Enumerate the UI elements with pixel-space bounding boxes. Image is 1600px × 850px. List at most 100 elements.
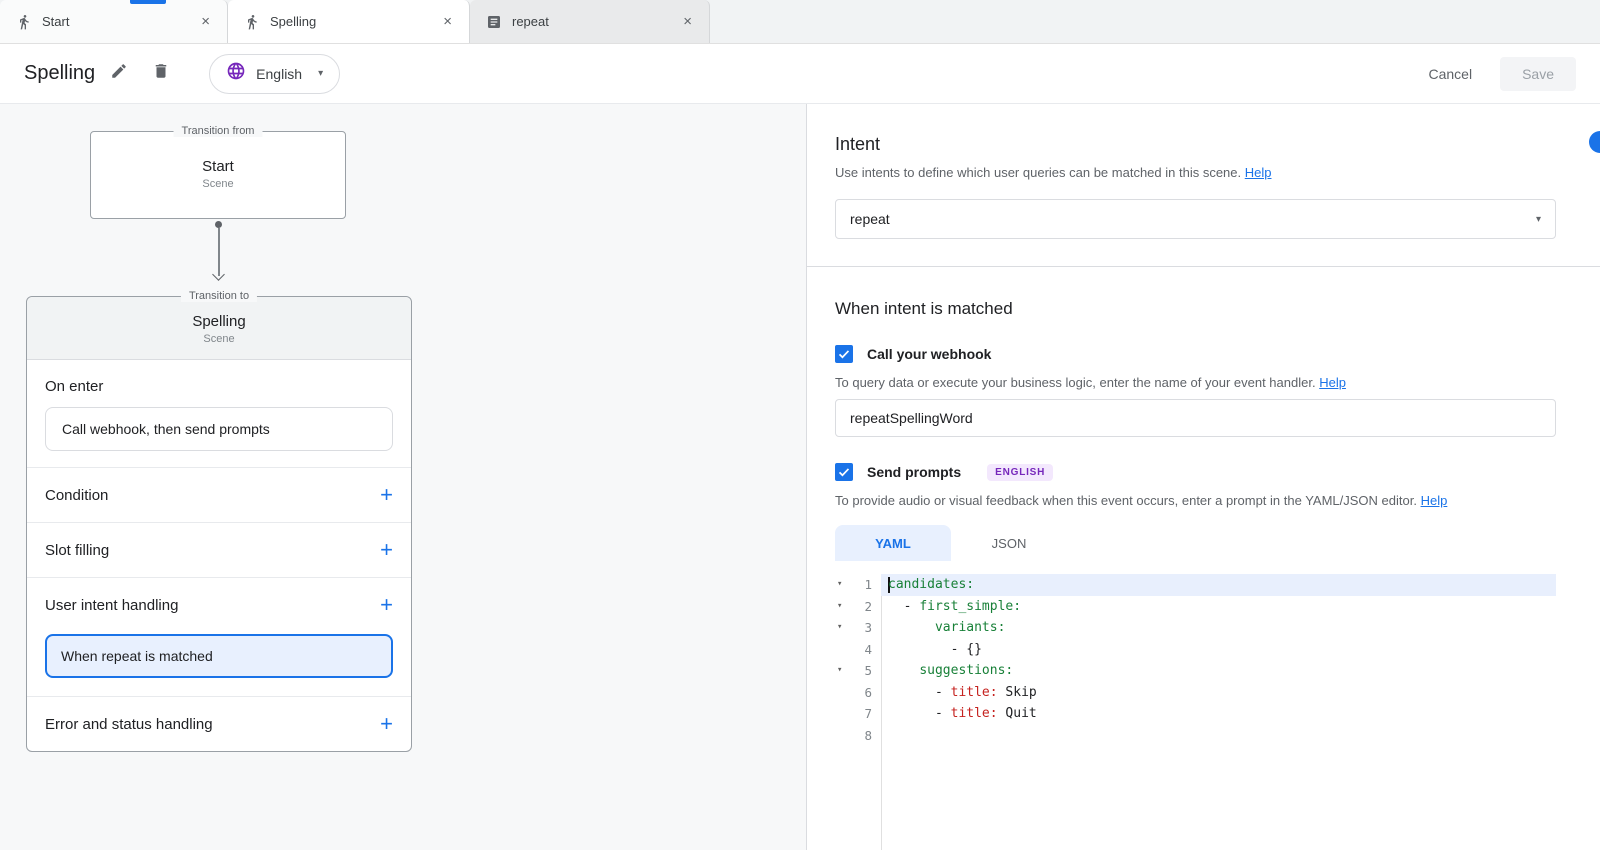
- close-icon[interactable]: ×: [438, 11, 457, 32]
- code-line[interactable]: 6 - title: Skip: [835, 682, 1556, 704]
- code-text[interactable]: variants:: [881, 617, 1556, 639]
- code-text[interactable]: - title: Skip: [881, 682, 1556, 704]
- error-status-handling-row[interactable]: Error and status handling +: [27, 696, 411, 751]
- condition-row[interactable]: Condition +: [27, 467, 411, 522]
- transition-to-card[interactable]: Transition to Spelling Scene On enter Ca…: [26, 296, 412, 752]
- on-enter-handler[interactable]: Call webhook, then send prompts: [45, 407, 393, 451]
- add-icon[interactable]: +: [380, 539, 393, 561]
- fold-toggle-icon[interactable]: ▾: [837, 574, 842, 596]
- scene-canvas[interactable]: Transition from Start Scene Transition t…: [0, 104, 806, 850]
- trash-icon: [152, 62, 170, 85]
- add-icon[interactable]: +: [380, 713, 393, 735]
- scene-header: Spelling English ▾ Cancel Save: [0, 44, 1600, 104]
- intent-select[interactable]: repeat ▾: [835, 199, 1556, 239]
- code-line[interactable]: 8: [835, 725, 1556, 747]
- tab-label: Start: [42, 14, 69, 29]
- tab-label: Spelling: [270, 14, 316, 29]
- code-text[interactable]: candidates:: [881, 574, 1556, 596]
- connector-arrowhead-icon: [212, 268, 225, 281]
- edit-button[interactable]: [101, 56, 137, 92]
- cancel-button[interactable]: Cancel: [1412, 58, 1488, 90]
- add-icon[interactable]: +: [380, 594, 393, 616]
- code-line[interactable]: 4 - {}: [835, 639, 1556, 661]
- close-icon[interactable]: ×: [196, 11, 215, 32]
- tab-yaml[interactable]: YAML: [835, 525, 951, 561]
- code-gutter: ▾2: [835, 596, 881, 618]
- language-selector[interactable]: English ▾: [209, 54, 340, 94]
- code-text[interactable]: - {}: [881, 639, 1556, 661]
- code-line[interactable]: ▾3 variants:: [835, 617, 1556, 639]
- panel-edge-dot[interactable]: [1589, 131, 1600, 153]
- page-title: Spelling: [24, 62, 95, 85]
- webhook-handler-input[interactable]: [835, 399, 1556, 437]
- line-number: 4: [864, 639, 881, 661]
- fold-toggle-icon[interactable]: ▾: [837, 617, 842, 639]
- add-icon[interactable]: +: [380, 484, 393, 506]
- line-number: 2: [864, 596, 881, 618]
- code-text[interactable]: - title: Quit: [881, 703, 1556, 725]
- line-number: 3: [864, 617, 881, 639]
- code-line[interactable]: ▾1candidates:: [835, 574, 1556, 596]
- code-gutter: 8: [835, 725, 881, 747]
- code-line[interactable]: 7 - title: Quit: [835, 703, 1556, 725]
- intent-title: Intent: [835, 134, 1556, 155]
- help-link[interactable]: Help: [1319, 375, 1346, 390]
- connector-dot: [215, 221, 222, 228]
- close-icon[interactable]: ×: [678, 11, 697, 32]
- user-intent-handling-row[interactable]: User intent handling +: [27, 577, 411, 632]
- help-link[interactable]: Help: [1421, 493, 1448, 508]
- globe-icon: [226, 61, 246, 86]
- scene-icon: [16, 14, 32, 30]
- intent-chip-wrap: When repeat is matched: [27, 632, 411, 696]
- prompts-checkbox[interactable]: [835, 463, 853, 481]
- transition-from-node[interactable]: Transition from Start Scene: [90, 131, 346, 219]
- webhook-checkbox[interactable]: [835, 345, 853, 363]
- help-link[interactable]: Help: [1245, 165, 1272, 180]
- on-enter-section: On enter Call webhook, then send prompts: [27, 360, 411, 467]
- row-label: Condition: [45, 487, 108, 504]
- main-area: Transition from Start Scene Transition t…: [0, 104, 1600, 850]
- code-gutter: ▾1: [835, 574, 881, 596]
- webhook-check-row: Call your webhook: [835, 345, 1556, 363]
- code-text[interactable]: suggestions:: [881, 660, 1556, 682]
- tab-spelling[interactable]: Spelling ×: [228, 0, 470, 43]
- code-line[interactable]: ▾2 - first_simple:: [835, 596, 1556, 618]
- editor-tabbar: Start × Spelling × repeat ×: [0, 0, 1600, 44]
- chevron-down-icon: ▾: [318, 68, 323, 79]
- tab-json[interactable]: JSON: [951, 525, 1067, 561]
- save-button[interactable]: Save: [1500, 57, 1576, 91]
- code-gutter: ▾5: [835, 660, 881, 682]
- line-number: 6: [864, 682, 881, 704]
- delete-button[interactable]: [143, 56, 179, 92]
- tab-label: repeat: [512, 14, 549, 29]
- code-gutter: 7: [835, 703, 881, 725]
- code-editor[interactable]: ▾1candidates:▾2 - first_simple:▾3 varian…: [835, 574, 1556, 850]
- when-repeat-matched-chip[interactable]: When repeat is matched: [45, 634, 393, 678]
- code-gutter: ▾3: [835, 617, 881, 639]
- line-number: 5: [864, 660, 881, 682]
- code-gutter: 6: [835, 682, 881, 704]
- scene-icon: [244, 14, 260, 30]
- tab-start[interactable]: Start ×: [0, 0, 228, 43]
- code-text[interactable]: - first_simple:: [881, 596, 1556, 618]
- line-number: 8: [864, 725, 881, 747]
- slot-filling-row[interactable]: Slot filling +: [27, 522, 411, 577]
- webhook-description: To query data or execute your business l…: [835, 375, 1556, 391]
- section-divider: [807, 266, 1600, 267]
- node-subtitle: Scene: [27, 333, 411, 345]
- tab-loading-indicator: [130, 0, 166, 4]
- code-line[interactable]: ▾5 suggestions:: [835, 660, 1556, 682]
- tab-repeat[interactable]: repeat ×: [470, 0, 710, 43]
- editor-format-tabs: YAML JSON: [835, 525, 1556, 561]
- node-title: Start: [91, 158, 345, 175]
- intent-detail-panel: Intent Use intents to define which user …: [806, 104, 1600, 850]
- chevron-down-icon: ▾: [1536, 214, 1541, 225]
- fold-toggle-icon[interactable]: ▾: [837, 660, 842, 682]
- code-text[interactable]: [881, 725, 1556, 747]
- fold-toggle-icon[interactable]: ▾: [837, 596, 842, 618]
- prompts-check-row: Send prompts ENGLISH: [835, 463, 1556, 481]
- header-actions: Cancel Save: [1412, 57, 1576, 91]
- line-number: 7: [864, 703, 881, 725]
- pencil-icon: [110, 62, 128, 85]
- when-matched-title: When intent is matched: [835, 299, 1556, 319]
